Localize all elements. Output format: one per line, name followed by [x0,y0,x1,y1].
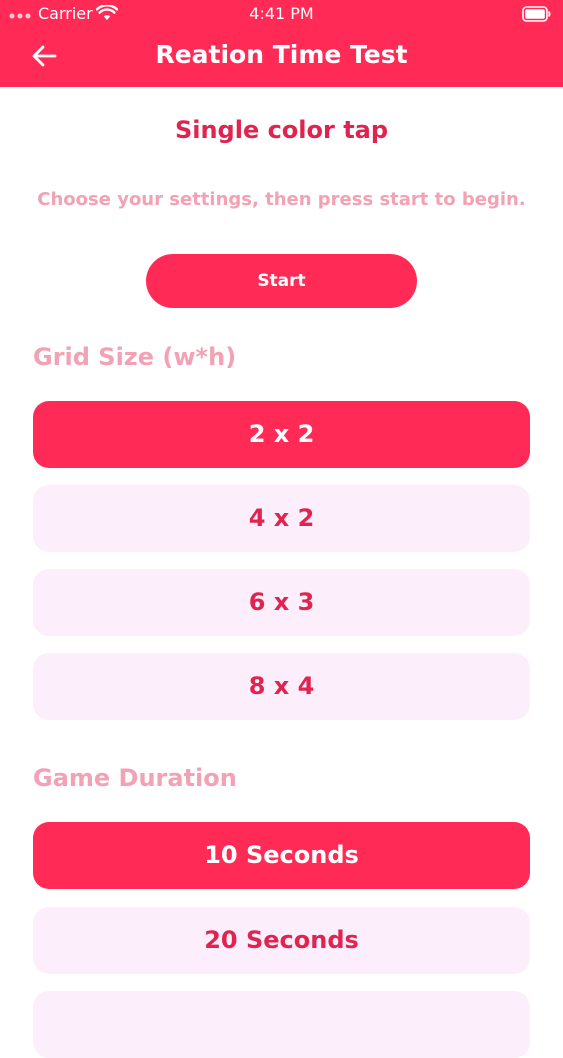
duration-option-partial[interactable] [33,991,530,1058]
start-button[interactable]: Start [146,254,417,308]
game-mode-title: Single color tap [174,116,389,144]
status-time: 4:41 PM [249,4,314,23]
navigation-bar: Reation Time Test [0,28,563,87]
duration-option-20-seconds[interactable]: 20 Seconds [33,907,530,974]
grid-option-2x2[interactable]: 2 x 2 [33,401,530,468]
instructions-text: Choose your settings, then press start t… [37,189,526,210]
grid-option-4x2[interactable]: 4 x 2 [33,485,530,552]
game-duration-label: Game Duration [33,764,237,792]
status-bar: Carrier 4:41 PM [0,0,563,28]
grid-size-label: Grid Size (w*h) [33,343,237,371]
app-header: Carrier 4:41 PM Reation Time Test [0,0,563,87]
page-title: Reation Time Test [155,40,408,69]
battery-icon [522,6,551,22]
grid-option-8x4[interactable]: 8 x 4 [33,653,530,720]
grid-option-6x3[interactable]: 6 x 3 [33,569,530,636]
duration-option-10-seconds[interactable]: 10 Seconds [33,822,530,889]
